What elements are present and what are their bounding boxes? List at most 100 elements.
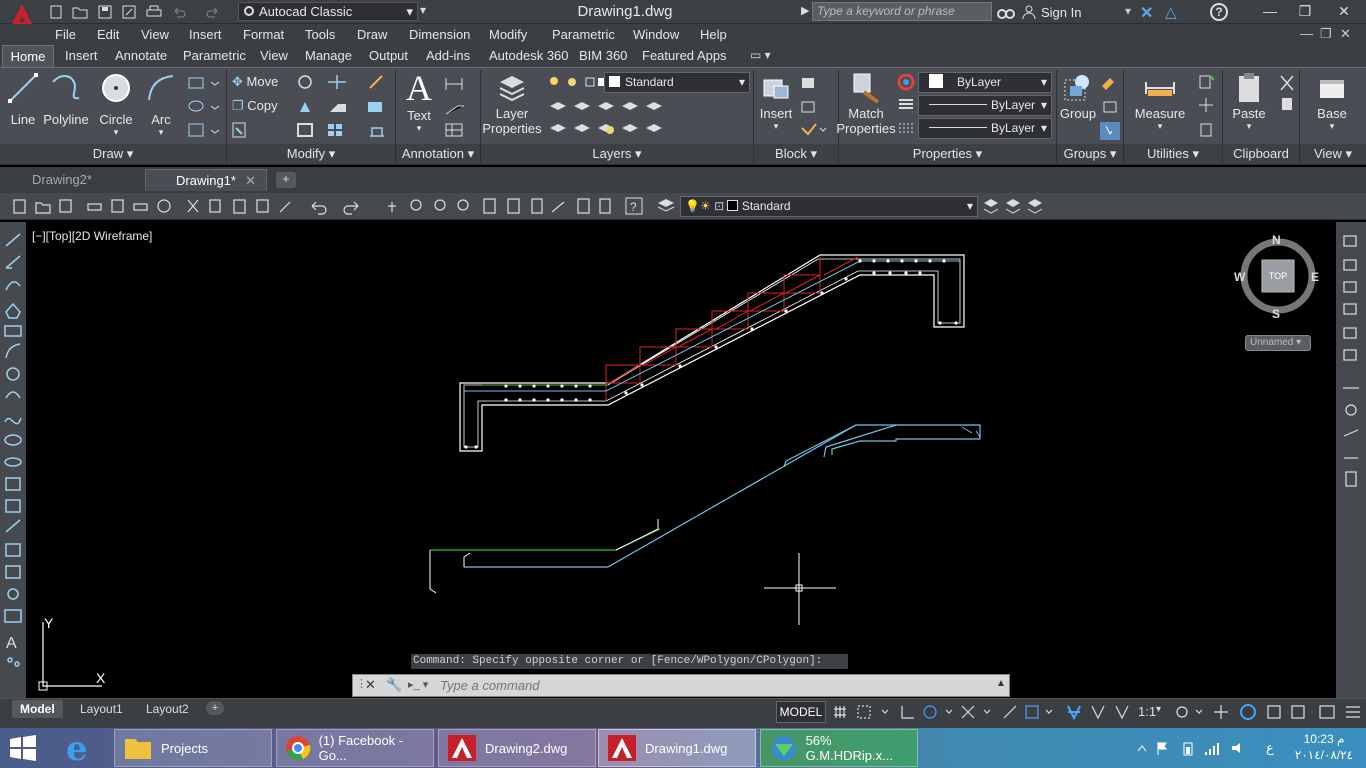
command-input[interactable] — [440, 677, 940, 694]
layer-properties-button[interactable]: Layer Properties — [482, 72, 542, 136]
system-tray-icons[interactable] — [1134, 740, 1254, 756]
save-icon[interactable] — [96, 3, 114, 21]
clock-time[interactable]: 10:23 م — [1288, 732, 1360, 746]
compass-west-label[interactable]: W — [1234, 270, 1245, 284]
taskbar-item-chrome[interactable]: (1) Facebook - Go... — [276, 729, 434, 767]
layout-tab-model[interactable]: Model — [12, 700, 63, 718]
group-button[interactable]: Group — [1058, 72, 1098, 121]
taskbar-item-download[interactable]: 56% G.M.HDRip.x... — [760, 729, 918, 767]
menu-dimension[interactable]: Dimension — [409, 27, 470, 42]
new-file-icon[interactable] — [47, 3, 65, 21]
menu-modify[interactable]: Modify — [489, 27, 527, 42]
command-prompt-icon[interactable]: ▸_ ▾ — [408, 678, 436, 694]
match-properties-button[interactable]: Match Properties — [836, 72, 896, 136]
group-small-tools[interactable] — [1100, 74, 1122, 140]
circle-button[interactable]: Circle ▾ — [96, 72, 136, 138]
tab-add-ins[interactable]: Add-ins — [426, 48, 470, 63]
close-button[interactable]: ✕ — [1322, 0, 1366, 22]
annotation-small-tools[interactable] — [444, 74, 476, 140]
color-dropdown[interactable]: ByLayer ▾ — [918, 72, 1052, 93]
autodesk-360-icon[interactable]: △ — [1165, 3, 1177, 21]
annotation-panel-title[interactable]: Annotation ▾ — [396, 144, 480, 164]
clipboard-panel-title[interactable]: Clipboard — [1223, 144, 1299, 164]
customize-qat-icon[interactable]: ▾ — [420, 3, 432, 21]
menu-edit[interactable]: Edit — [97, 27, 119, 42]
copy-button[interactable]: ❐ Copy — [232, 98, 278, 114]
layer-tools-buttons[interactable] — [982, 197, 1044, 215]
search-input[interactable]: Type a keyword or phrase — [812, 2, 992, 21]
properties-panel-title[interactable]: Properties ▾ — [839, 144, 1056, 164]
move-button[interactable]: ✥ Move — [232, 74, 278, 90]
draw-palette-buttons[interactable]: A — [2, 226, 24, 672]
line-button[interactable]: Line — [5, 72, 41, 127]
annotation-scale[interactable]: 1:1 — [1138, 704, 1156, 719]
tab-view[interactable]: View — [260, 48, 288, 63]
chevron-down-icon[interactable]: ▾ — [1156, 704, 1161, 715]
binoculars-icon[interactable] — [996, 3, 1016, 21]
taskbar-item-drawing2[interactable]: Drawing2.dwg — [438, 729, 596, 767]
wrench-icon[interactable]: 🔧 — [386, 677, 402, 693]
groups-panel-title[interactable]: Groups ▾ — [1057, 144, 1123, 164]
taskbar-item-drawing1[interactable]: Drawing1.dwg — [598, 729, 756, 767]
compass-north-label[interactable]: N — [1272, 233, 1281, 247]
viewcube-top-face[interactable]: TOP — [1262, 271, 1294, 281]
stretch-icon[interactable] — [232, 122, 246, 138]
menu-help[interactable]: Help — [700, 27, 727, 42]
drafting-toggles[interactable] — [832, 703, 1162, 721]
restore-button[interactable]: ❐ — [1285, 0, 1325, 22]
insert-button[interactable]: Insert ▾ — [756, 72, 796, 132]
tab-featured-apps[interactable]: Featured Apps — [642, 48, 727, 63]
undo-icon[interactable] — [170, 3, 188, 21]
clock-date[interactable]: ٢٠١٤/٠٨/٢٤ — [1288, 748, 1360, 762]
right-palette-buttons[interactable] — [1340, 232, 1362, 488]
compass-south-label[interactable]: S — [1272, 307, 1280, 321]
utilities-panel-title[interactable]: Utilities ▾ — [1124, 144, 1222, 164]
file-tab-drawing1[interactable]: Drawing1* ✕ — [145, 169, 267, 191]
draw-panel-title[interactable]: Draw ▾ — [0, 144, 226, 164]
ribbon-minimize-icon[interactable]: ▭ ▾ — [750, 48, 771, 62]
close-icon[interactable]: ✕ — [245, 170, 256, 192]
tab-insert[interactable]: Insert — [65, 48, 98, 63]
block-small-tools[interactable] — [800, 74, 830, 140]
tab-autodesk-360[interactable]: Autodesk 360 — [489, 48, 569, 63]
lineweight-dropdown[interactable]: ByLayer ▾ — [918, 118, 1052, 139]
plot-icon[interactable] — [145, 3, 163, 21]
menu-parametric[interactable]: Parametric — [552, 27, 615, 42]
block-panel-title[interactable]: Block ▾ — [754, 144, 838, 164]
tab-parametric[interactable]: Parametric — [183, 48, 246, 63]
compass-east-label[interactable]: E — [1311, 270, 1319, 284]
tab-home[interactable]: Home — [2, 45, 54, 68]
exchange-apps-icon[interactable]: ✕ — [1140, 3, 1153, 23]
tab-annotate[interactable]: Annotate — [115, 48, 167, 63]
menu-draw[interactable]: Draw — [357, 27, 387, 42]
menu-format[interactable]: Format — [243, 27, 284, 42]
command-history-toggle-icon[interactable]: ▲ — [996, 678, 1006, 689]
tab-bim-360[interactable]: BIM 360 — [579, 48, 627, 63]
layer-manager-icon[interactable] — [656, 197, 676, 215]
tab-manage[interactable]: Manage — [305, 48, 352, 63]
menu-tools[interactable]: Tools — [305, 27, 335, 42]
tab-output[interactable]: Output — [369, 48, 408, 63]
status-right-tools[interactable] — [1174, 703, 1364, 721]
save-as-icon[interactable] — [120, 3, 138, 21]
file-tab-drawing2[interactable]: Drawing2* — [2, 169, 140, 191]
new-tab-plus-icon[interactable]: + — [276, 172, 296, 188]
standard-toolbar-buttons[interactable] — [8, 196, 478, 216]
sign-in-link[interactable]: Sign In — [1041, 5, 1081, 20]
close-icon[interactable]: ✕ — [365, 677, 376, 693]
menu-view[interactable]: View — [141, 27, 169, 42]
layer-state-icons[interactable] — [548, 74, 604, 90]
new-layout-plus-icon[interactable]: + — [206, 701, 224, 715]
base-view-button[interactable]: Base ▾ — [1310, 72, 1354, 132]
taskbar-item-projects[interactable]: Projects — [114, 729, 272, 767]
menu-insert[interactable]: Insert — [189, 27, 222, 42]
text-button[interactable]: A Text ▾ — [400, 70, 438, 134]
layer-dropdown[interactable]: Standard ▾ — [604, 72, 750, 93]
arc-button[interactable]: Arc ▾ — [142, 72, 180, 138]
modify-panel-title[interactable]: Modify ▾ — [227, 144, 395, 164]
cut-copy-icons[interactable] — [1278, 74, 1298, 114]
windows-start-icon[interactable] — [8, 734, 38, 762]
properties-toolbar-buttons[interactable]: ? — [482, 196, 644, 216]
polyline-button[interactable]: Polyline — [42, 72, 90, 127]
menu-window[interactable]: Window — [633, 27, 679, 42]
